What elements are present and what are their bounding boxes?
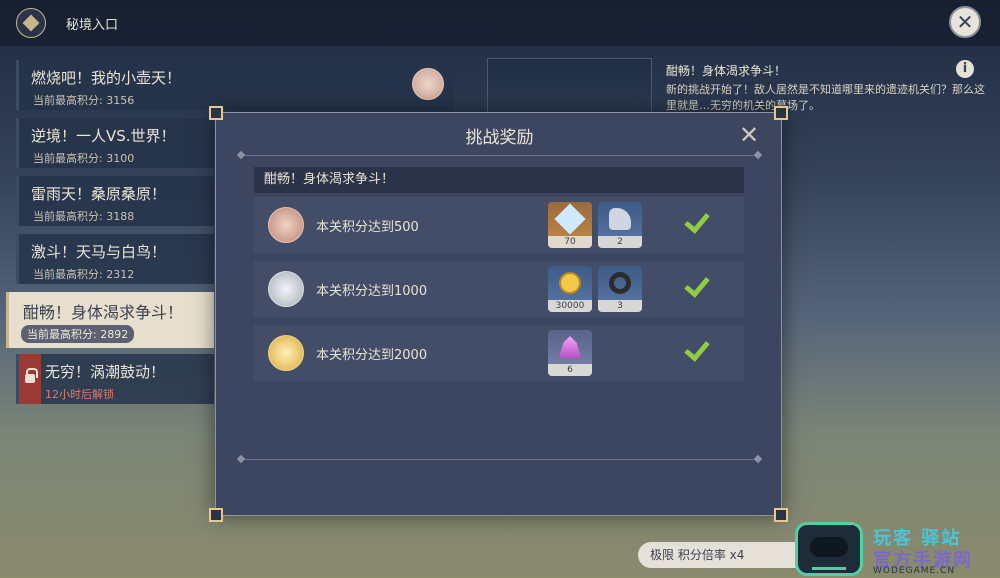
- corner-ornament-icon: [774, 508, 788, 522]
- reward-row: 本关积分达到500 70 2: [254, 197, 744, 253]
- bronze-medal-icon: [268, 207, 304, 243]
- domain-name: 雷雨天！桑原桑原！: [31, 185, 167, 203]
- domain-name: 逆境！一人VS.世界！: [31, 127, 176, 145]
- domain-score: 当前最高积分: 3156: [33, 94, 135, 107]
- detail-title: 酣畅！身体渴求争斗！: [666, 64, 787, 78]
- unlock-timer: 12小时后解锁: [45, 388, 114, 401]
- gold-medal-icon: [268, 335, 304, 371]
- info-icon[interactable]: i: [956, 60, 974, 78]
- chaos-circuit-icon: [609, 272, 631, 294]
- modal-close-button[interactable]: ✕: [737, 123, 761, 147]
- score-requirement: 本关积分达到1000: [316, 284, 428, 299]
- domain-item-selected[interactable]: 酣畅！身体渴求争斗！ 当前最高积分: 2892: [6, 292, 214, 348]
- reward-modal: 挑战奖励 ✕ 酣畅！身体渴求争斗！ 本关积分达到500 70 2 本关积分达到1…: [209, 106, 788, 522]
- reward-item[interactable]: 3: [598, 266, 642, 312]
- domain-name: 酣畅！身体渴求争斗！: [23, 303, 184, 322]
- domain-emblem-icon: [16, 8, 46, 38]
- score-requirement: 本关积分达到500: [316, 220, 419, 235]
- reward-count: 3: [598, 300, 642, 312]
- reward-count: 70: [548, 236, 592, 248]
- reward-count: 6: [548, 364, 592, 376]
- domain-preview-image: [487, 58, 652, 118]
- corner-ornament-icon: [209, 508, 223, 522]
- horn-material-icon: [609, 208, 631, 230]
- modal-title: 挑战奖励: [465, 128, 534, 148]
- domain-score: 当前最高积分: 2312: [33, 268, 135, 281]
- watermark-site: WODEGAME.CN: [873, 566, 956, 576]
- score-requirement: 本关积分达到2000: [316, 348, 428, 363]
- reward-item[interactable]: 70: [548, 202, 592, 248]
- reward-item[interactable]: 6: [548, 330, 592, 376]
- domain-name: 激斗！天马与白鸟！: [31, 243, 167, 261]
- divider: [238, 155, 761, 156]
- reward-item[interactable]: 30000: [548, 266, 592, 312]
- page-title: 秘境入口: [66, 18, 119, 33]
- top-bar: 秘境入口 ✕: [0, 0, 1000, 46]
- domain-item[interactable]: 激斗！天马与白鸟！ 当前最高积分: 2312: [16, 234, 214, 284]
- silver-medal-icon: [268, 271, 304, 307]
- close-button[interactable]: ✕: [949, 6, 981, 38]
- mora-icon: [559, 272, 581, 294]
- domain-name: 燃烧吧！我的小壶天！: [31, 69, 182, 87]
- domain-score: 当前最高积分: 3188: [33, 210, 135, 223]
- domain-item[interactable]: 雷雨天！桑原桑原！ 当前最高积分: 3188: [16, 176, 214, 226]
- check-icon: [682, 335, 712, 365]
- reward-row: 本关积分达到1000 30000 3: [254, 261, 744, 317]
- crystal-icon: [559, 336, 581, 358]
- watermark: 玩客 驿站 官方手游网 WODEGAME.CN: [795, 522, 1000, 578]
- reward-count: 2: [598, 236, 642, 248]
- bronze-medal-icon: [412, 68, 444, 100]
- domain-item[interactable]: 燃烧吧！我的小壶天！ 当前最高积分: 3156: [16, 60, 454, 110]
- reward-row: 本关积分达到2000 6: [254, 325, 744, 381]
- section-header: 酣畅！身体渴求争斗！: [254, 167, 744, 193]
- domain-item[interactable]: 逆境！一人VS.世界！ 当前最高积分: 3100: [16, 118, 214, 168]
- check-icon: [682, 207, 712, 237]
- corner-ornament-icon: [209, 106, 223, 120]
- detail-description: 新的挑战开始了！敌人居然是不知道哪里来的遗迹机关们？那么这里就是…无穷的机关的墓…: [666, 83, 985, 112]
- domain-score: 当前最高积分: 2892: [21, 325, 135, 343]
- domain-score: 当前最高积分: 3100: [33, 152, 135, 165]
- domain-name: 无穷！涡潮鼓动！: [45, 363, 166, 381]
- corner-ornament-icon: [774, 106, 788, 120]
- primogem-icon: [554, 203, 586, 235]
- reward-item[interactable]: 2: [598, 202, 642, 248]
- robot-logo-icon: [795, 522, 863, 576]
- domain-item-locked[interactable]: 无穷！涡潮鼓动！ 12小时后解锁: [16, 354, 214, 404]
- check-icon: [682, 271, 712, 301]
- lock-icon: [19, 354, 41, 404]
- reward-count: 30000: [548, 300, 592, 312]
- divider: [238, 459, 761, 460]
